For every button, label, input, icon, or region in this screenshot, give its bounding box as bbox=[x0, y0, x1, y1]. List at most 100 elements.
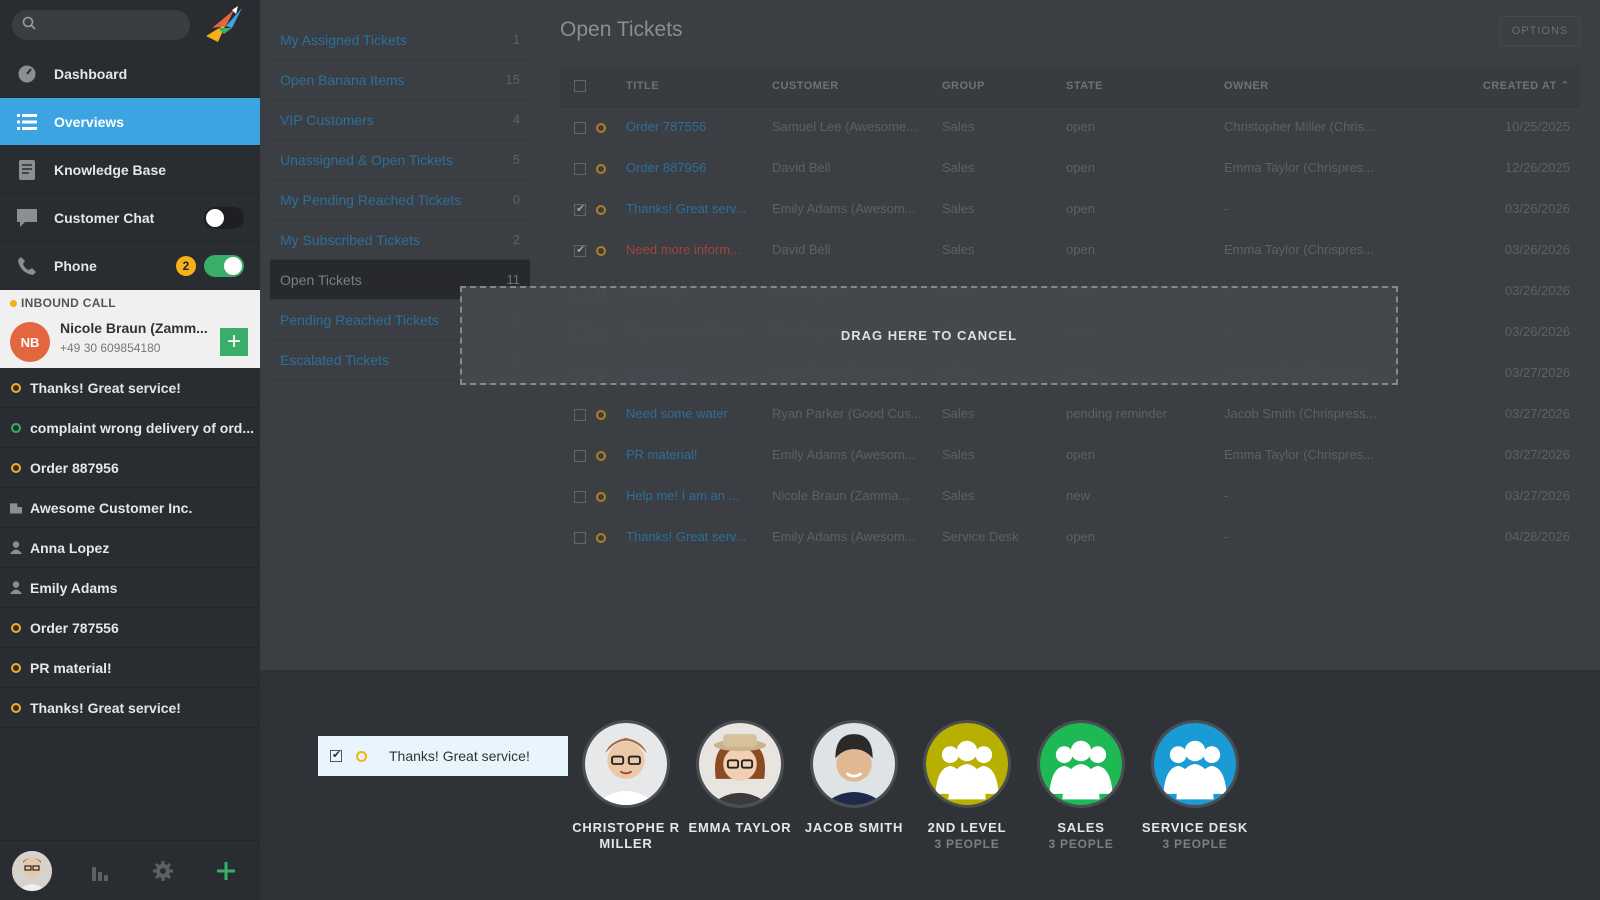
table-row[interactable]: Thanks! Great serv... Emily Adams (Awesom… bbox=[560, 516, 1580, 558]
ticket-title-link[interactable]: Thanks! Great serv... bbox=[626, 529, 746, 544]
table-row[interactable]: Need some water Ryan Parker (Good Cus... S… bbox=[560, 393, 1580, 435]
col-created-at[interactable]: CREATED AT ⌃ bbox=[1424, 66, 1580, 107]
search-icon bbox=[22, 16, 36, 35]
overview-item[interactable]: My Assigned Tickets 1 bbox=[270, 20, 530, 60]
target-member-count: 3 PEOPLE bbox=[934, 837, 1000, 851]
ticket-title-link[interactable]: Need more inform... bbox=[626, 242, 741, 257]
row-checkbox[interactable] bbox=[574, 490, 586, 503]
row-checkbox[interactable] bbox=[574, 531, 586, 544]
overview-item[interactable]: My Pending Reached Tickets 0 bbox=[270, 180, 530, 220]
row-checkbox[interactable] bbox=[574, 202, 586, 216]
ticket-title-link[interactable]: PR material! bbox=[626, 447, 698, 462]
table-row[interactable]: Need more inform... David BellSalesopenEm… bbox=[560, 229, 1580, 271]
overview-item[interactable]: My Subscribed Tickets 2 bbox=[270, 220, 530, 260]
ticket-title-cell[interactable]: PR material! bbox=[626, 434, 772, 476]
agent-drop-target[interactable]: EMMA TAYLOR bbox=[685, 720, 795, 836]
ticket-title-cell[interactable]: Thanks! Great serv... bbox=[626, 188, 772, 230]
customer-chat-toggle[interactable] bbox=[204, 207, 244, 229]
task-item[interactable]: Order 787556 bbox=[0, 608, 260, 648]
drag-cancel-zone[interactable]: DRAG HERE TO CANCEL bbox=[460, 286, 1398, 385]
overview-item[interactable]: Open Banana Items 15 bbox=[270, 60, 530, 100]
ticket-title-link[interactable]: Help me! I am an ... bbox=[626, 488, 739, 503]
ticket-title-cell[interactable]: Order 787556 bbox=[626, 106, 772, 148]
ticket-title-link[interactable]: Need some water bbox=[626, 406, 728, 421]
nav-dashboard[interactable]: Dashboard bbox=[0, 50, 260, 98]
table-row[interactable]: Order 887956 David Bell Sales open Emma Tayl… bbox=[560, 147, 1580, 189]
avatar[interactable] bbox=[12, 850, 52, 891]
select-all-header[interactable] bbox=[560, 66, 596, 107]
user-icon bbox=[10, 541, 22, 554]
options-button[interactable]: OPTIONS bbox=[1500, 16, 1580, 46]
nav-label: Customer Chat bbox=[54, 209, 155, 226]
ticket-title-cell[interactable]: Order 887956 bbox=[626, 147, 772, 189]
inbound-call-card[interactable]: INBOUND CALL NB Nicole Braun (Zamm... +4… bbox=[0, 290, 260, 368]
overview-count: 1 bbox=[512, 32, 520, 47]
plus-icon[interactable] bbox=[211, 856, 241, 886]
ticket-title-cell[interactable]: Thanks! Great serv... bbox=[626, 516, 772, 558]
table-row[interactable]: Thanks! Great serv... Emily Adams (Awesom… bbox=[560, 188, 1580, 230]
task-item[interactable]: Awesome Customer Inc. bbox=[0, 488, 260, 528]
reports-chart-icon[interactable] bbox=[85, 856, 115, 886]
nav-knowledge-base[interactable]: Knowledge Base bbox=[0, 146, 260, 194]
col-title[interactable]: TITLE bbox=[626, 66, 772, 107]
row-select-cell[interactable] bbox=[560, 475, 596, 517]
dragged-ticket[interactable]: Thanks! Great service! bbox=[318, 736, 568, 776]
ticket-title-cell[interactable]: Need more inform... bbox=[626, 229, 772, 271]
task-item[interactable]: complaint wrong delivery of ord... bbox=[0, 408, 260, 448]
target-name: JACOB SMITH bbox=[804, 820, 904, 835]
select-all-checkbox[interactable] bbox=[574, 79, 586, 92]
search-box[interactable] bbox=[12, 10, 190, 40]
phone-toggle[interactable] bbox=[204, 255, 244, 277]
row-checkbox[interactable] bbox=[574, 408, 586, 421]
group-drop-target[interactable]: 2ND LEVEL 3 PEOPLE bbox=[912, 720, 1022, 852]
row-checkbox[interactable] bbox=[574, 162, 586, 175]
row-checkbox[interactable] bbox=[574, 243, 586, 257]
task-item[interactable]: Thanks! Great service! bbox=[0, 368, 260, 408]
row-select-cell[interactable] bbox=[560, 516, 596, 558]
nav-overviews[interactable]: Overviews bbox=[0, 98, 260, 146]
caller-name[interactable]: Nicole Braun (Zamm... bbox=[60, 320, 208, 336]
col-group[interactable]: GROUP bbox=[942, 66, 1066, 107]
ticket-title-link[interactable]: Order 787556 bbox=[626, 119, 706, 134]
ticket-title-link[interactable]: Order 887956 bbox=[626, 160, 706, 175]
row-checkbox[interactable] bbox=[574, 449, 586, 462]
ticket-title-cell[interactable]: Need some water bbox=[626, 393, 772, 435]
ticket-title-cell[interactable]: Help me! I am an ... bbox=[626, 475, 772, 517]
table-row[interactable]: PR material! Emily Adams (Awesom... Sales o… bbox=[560, 434, 1580, 476]
table-row[interactable]: Order 787556 Samuel Lee (Awesome... Sales o… bbox=[560, 106, 1580, 148]
row-select-cell[interactable] bbox=[560, 188, 596, 230]
nav-label: Phone bbox=[54, 257, 97, 274]
gear-icon[interactable] bbox=[148, 856, 178, 886]
col-owner[interactable]: OWNER bbox=[1224, 66, 1424, 107]
agent-drop-target[interactable]: JACOB SMITH bbox=[799, 720, 909, 836]
ticket-state-icon bbox=[596, 409, 606, 420]
add-caller-button[interactable]: + bbox=[220, 328, 248, 356]
agent-drop-target[interactable]: CHRISTOPHE R MILLER bbox=[571, 720, 681, 852]
table-row[interactable]: Help me! I am an ... Nicole Braun (Zamma.… bbox=[560, 475, 1580, 517]
task-item[interactable]: Emily Adams bbox=[0, 568, 260, 608]
row-select-cell[interactable] bbox=[560, 393, 596, 435]
app-logo-icon[interactable] bbox=[204, 6, 244, 44]
nav-phone[interactable]: Phone 2 bbox=[0, 242, 260, 290]
search-input[interactable] bbox=[44, 17, 184, 33]
col-state[interactable]: STATE bbox=[1066, 66, 1224, 107]
row-select-cell[interactable] bbox=[560, 229, 596, 271]
state-cell: new bbox=[1066, 475, 1224, 517]
task-item[interactable]: Order 887956 bbox=[0, 448, 260, 488]
search-row bbox=[0, 0, 260, 50]
row-select-cell[interactable] bbox=[560, 434, 596, 476]
group-drop-target[interactable]: SALES 3 PEOPLE bbox=[1026, 720, 1136, 852]
ticket-title-link[interactable]: Thanks! Great serv... bbox=[626, 201, 746, 216]
overview-item[interactable]: VIP Customers 4 bbox=[270, 100, 530, 140]
task-item[interactable]: Thanks! Great service! bbox=[0, 688, 260, 728]
task-item[interactable]: PR material! bbox=[0, 648, 260, 688]
task-label: complaint wrong delivery of ord... bbox=[30, 419, 255, 436]
nav-customer-chat[interactable]: Customer Chat bbox=[0, 194, 260, 242]
task-item[interactable]: Anna Lopez bbox=[0, 528, 260, 568]
row-checkbox[interactable] bbox=[574, 121, 586, 134]
col-customer[interactable]: CUSTOMER bbox=[772, 66, 942, 107]
row-select-cell[interactable] bbox=[560, 147, 596, 189]
group-drop-target[interactable]: SERVICE DESK 3 PEOPLE bbox=[1140, 720, 1250, 852]
overview-item[interactable]: Unassigned & Open Tickets 5 bbox=[270, 140, 530, 180]
row-select-cell[interactable] bbox=[560, 106, 596, 148]
